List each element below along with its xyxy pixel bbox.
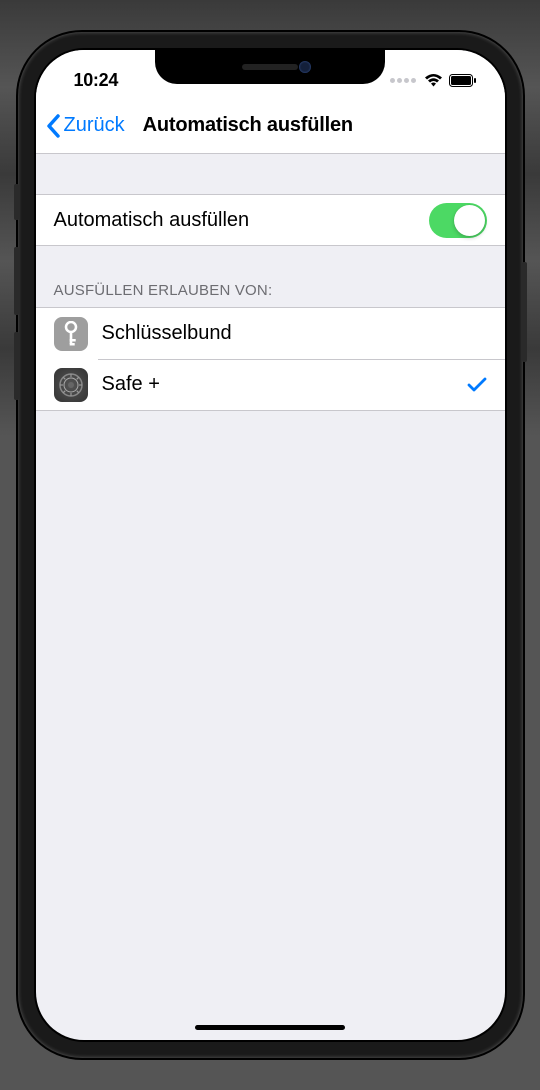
autofill-toggle[interactable] [429, 203, 487, 238]
back-button[interactable]: Zurück [46, 114, 125, 138]
chevron-left-icon [46, 114, 60, 138]
phone-frame: 10:24 Zurück Automatisch ausfüllen [18, 32, 523, 1058]
autofill-toggle-cell[interactable]: Automatisch ausfüllen [36, 194, 505, 246]
provider-row-keychain[interactable]: Schlüsselbund [36, 307, 505, 359]
toggle-knob [454, 205, 485, 236]
providers-section-header: Ausfüllen erlauben von: [36, 274, 505, 307]
wifi-icon [424, 73, 443, 87]
screen: 10:24 Zurück Automatisch ausfüllen [36, 50, 505, 1040]
autofill-toggle-label: Automatisch ausfüllen [54, 209, 429, 232]
back-label: Zurück [64, 114, 125, 137]
provider-label: Schlüsselbund [102, 322, 487, 345]
key-icon [54, 317, 88, 351]
power-button [522, 262, 527, 362]
provider-row-safeplus[interactable]: Safe + [36, 359, 505, 411]
home-indicator[interactable] [195, 1025, 345, 1030]
mute-switch [14, 184, 19, 220]
navigation-bar: Zurück Automatisch ausfüllen [36, 98, 505, 154]
speaker [242, 64, 298, 70]
volume-up [14, 247, 19, 315]
cellular-signal-icon [390, 78, 416, 83]
settings-content: Automatisch ausfüllen Ausfüllen erlauben… [36, 154, 505, 411]
provider-label: Safe + [102, 373, 467, 396]
safe-icon [54, 368, 88, 402]
page-title: Automatisch ausfüllen [143, 114, 353, 137]
volume-down [14, 332, 19, 400]
status-icons [390, 73, 477, 87]
battery-icon [449, 74, 477, 87]
notch [155, 50, 385, 84]
front-camera [299, 61, 311, 73]
status-time: 10:24 [74, 70, 119, 91]
checkmark-icon [467, 377, 487, 393]
